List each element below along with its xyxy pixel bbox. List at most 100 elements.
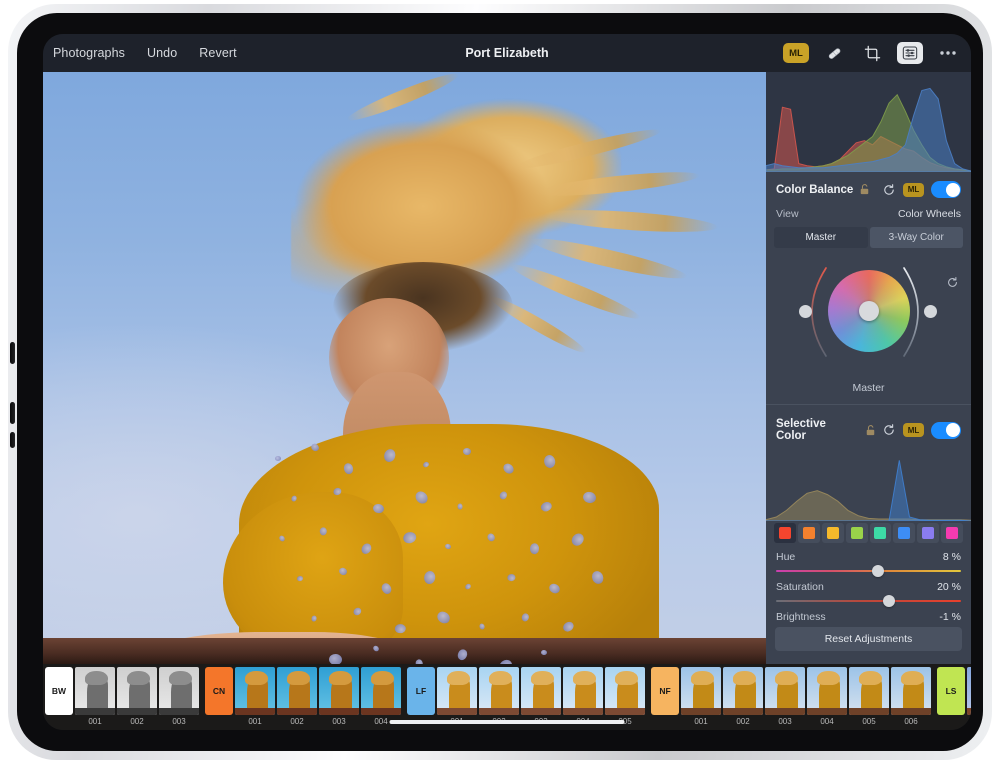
filmstrip-item[interactable]: 004	[563, 667, 603, 726]
volume-up-button[interactable]	[10, 342, 15, 364]
thumbnail[interactable]	[723, 667, 763, 715]
thumbnail[interactable]	[807, 667, 847, 715]
saturation-slider[interactable]	[776, 600, 961, 602]
swatch-lime	[851, 527, 863, 539]
thumbnail[interactable]	[765, 667, 805, 715]
filmstrip-item[interactable]: 002	[117, 667, 157, 726]
filmstrip-item[interactable]: 004	[807, 667, 847, 726]
filmstrip-item[interactable]: 003	[521, 667, 561, 726]
side-button[interactable]	[10, 432, 15, 448]
reset-icon[interactable]	[882, 183, 896, 197]
segment-3-way-color[interactable]: 3-Way Color	[870, 227, 964, 248]
group-label-ls[interactable]: LS	[937, 667, 965, 715]
thumbnail[interactable]	[479, 667, 519, 715]
group-label-cn[interactable]: CN	[205, 667, 233, 715]
more-options-button[interactable]	[935, 42, 961, 64]
color-balance-segmented-control: Master 3-Way Color	[774, 227, 963, 248]
thumb-hair	[691, 671, 713, 685]
filmstrip-item[interactable]: 001	[681, 667, 721, 726]
selective-color-toggle[interactable]	[931, 422, 961, 439]
app-screen: Photographs Undo Revert Port Elizabeth M…	[43, 34, 971, 730]
temperature-handle[interactable]	[799, 305, 812, 318]
photo-canvas[interactable]	[43, 72, 766, 664]
filmstrip-item[interactable]: 002	[723, 667, 763, 726]
thumbnail[interactable]	[319, 667, 359, 715]
thumbnail[interactable]	[117, 667, 157, 715]
hue-slider-handle[interactable]	[872, 565, 884, 577]
thumbnail[interactable]	[277, 667, 317, 715]
color-wheel-control: Master	[766, 254, 971, 404]
volume-down-button[interactable]	[10, 402, 15, 424]
selective-color-ml-badge[interactable]: ML	[903, 423, 924, 437]
photographs-button[interactable]: Photographs	[53, 46, 125, 60]
color-wheel-label: Master	[766, 382, 971, 394]
sliders-group: Hue 8 % Saturation 20 %	[766, 549, 971, 623]
segment-master[interactable]: Master	[774, 227, 868, 248]
swatch-purple-cell[interactable]	[917, 523, 939, 543]
swatch-red-cell[interactable]	[774, 523, 796, 543]
repair-tool-button[interactable]	[821, 42, 847, 64]
swatch-amber-cell[interactable]	[822, 523, 844, 543]
group-label-nf[interactable]: NF	[651, 667, 679, 715]
filmstrip-item[interactable]: 002	[277, 667, 317, 726]
filmstrip-item[interactable]: 003	[159, 667, 199, 726]
thumb-hair	[169, 671, 191, 685]
thumb-rock	[807, 708, 847, 715]
thumbnail[interactable]	[437, 667, 477, 715]
thumbnail[interactable]	[681, 667, 721, 715]
crop-tool-button[interactable]	[859, 42, 885, 64]
unlock-icon[interactable]	[866, 425, 875, 436]
color-balance-toggle[interactable]	[931, 181, 961, 198]
filmstrip-item[interactable]: 003	[319, 667, 359, 726]
color-wheel-handle[interactable]	[859, 301, 879, 321]
thumbnail[interactable]	[75, 667, 115, 715]
saturation-label: Saturation	[776, 581, 824, 593]
filmstrip-item[interactable]: 005	[849, 667, 889, 726]
thumbnail[interactable]	[521, 667, 561, 715]
ml-badge-button[interactable]: ML	[783, 43, 809, 63]
thumbnail[interactable]	[605, 667, 645, 715]
section-divider	[766, 404, 971, 405]
reset-adjustments-button[interactable]: Reset Adjustments	[775, 627, 962, 651]
thumbnail[interactable]	[159, 667, 199, 715]
swatch-teal-cell[interactable]	[870, 523, 892, 543]
filmstrip-item[interactable]: 003	[765, 667, 805, 726]
thumb-hair	[447, 671, 469, 685]
thumbnail[interactable]	[967, 667, 971, 715]
hue-slider[interactable]	[776, 570, 961, 572]
adjustments-panel-button[interactable]	[897, 42, 923, 64]
view-row[interactable]: View Color Wheels	[766, 205, 971, 227]
swatch-magenta-cell[interactable]	[941, 523, 963, 543]
saturation-value: 20 %	[937, 581, 961, 593]
group-label-bw[interactable]: BW	[45, 667, 73, 715]
thumbnail[interactable]	[235, 667, 275, 715]
thumbnail[interactable]	[563, 667, 603, 715]
thumb-rock	[605, 708, 645, 715]
saturation-slider-handle[interactable]	[883, 595, 895, 607]
view-value[interactable]: Color Wheels	[898, 208, 961, 220]
revert-button[interactable]: Revert	[199, 46, 236, 60]
color-balance-title: Color Balance	[776, 184, 853, 196]
filmstrip-item[interactable]: 001	[75, 667, 115, 726]
thumbnail[interactable]	[849, 667, 889, 715]
swatch-blue-cell[interactable]	[893, 523, 915, 543]
filmstrip-item[interactable]: 001	[437, 667, 477, 726]
filmstrip-item[interactable]: 001	[967, 667, 971, 726]
undo-button[interactable]: Undo	[147, 46, 177, 60]
group-label-lf[interactable]: LF	[407, 667, 435, 715]
swatch-lime-cell[interactable]	[846, 523, 868, 543]
unlock-icon[interactable]	[860, 184, 869, 195]
filmstrip-item[interactable]: 005	[605, 667, 645, 726]
filmstrip-item[interactable]: 004	[361, 667, 401, 726]
saturation-handle[interactable]	[924, 305, 937, 318]
filmstrip-item[interactable]: 002	[479, 667, 519, 726]
filmstrip-item[interactable]: 001	[235, 667, 275, 726]
thumbnail[interactable]	[361, 667, 401, 715]
thumbnail-number: 001	[694, 717, 707, 726]
wheel-reset-icon[interactable]	[946, 276, 959, 289]
filmstrip-item[interactable]: 006	[891, 667, 931, 726]
color-balance-ml-badge[interactable]: ML	[903, 183, 924, 197]
thumbnail[interactable]	[891, 667, 931, 715]
swatch-orange-cell[interactable]	[798, 523, 820, 543]
reset-icon[interactable]	[882, 423, 896, 437]
